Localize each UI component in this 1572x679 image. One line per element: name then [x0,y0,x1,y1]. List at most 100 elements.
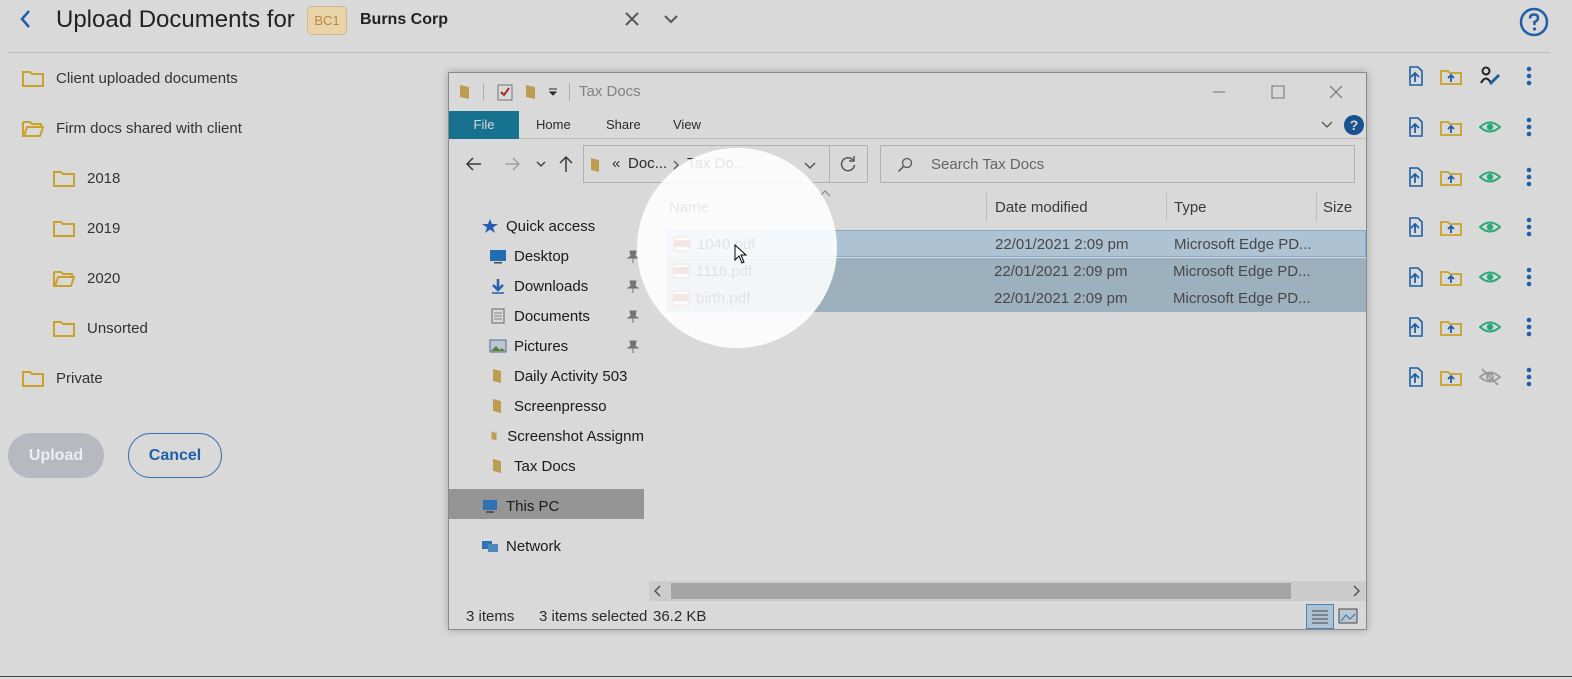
scrollbar-thumb[interactable] [671,583,1291,599]
upload-folder-icon[interactable] [1440,316,1462,338]
refresh-button[interactable] [830,145,868,183]
tab-view[interactable]: View [673,111,701,139]
folder-private[interactable]: Private [22,366,103,390]
eye-icon[interactable] [1479,316,1501,338]
nav-network[interactable]: Network [481,534,561,558]
new-folder-icon[interactable] [525,84,539,100]
page-header: Upload Documents for BC1 Burns Corp [0,0,1572,52]
folder-icon [53,321,75,337]
column-separator [1166,193,1167,221]
chevron-down-icon[interactable] [661,9,681,29]
upload-folder-icon[interactable] [1440,166,1462,188]
window-title: Tax Docs [579,83,641,100]
upload-button[interactable]: Upload [8,433,104,478]
maximize-icon[interactable] [1270,84,1286,100]
back-arrow-icon[interactable] [465,156,483,172]
nav-label: Network [506,537,562,555]
upload-file-icon[interactable] [1404,266,1426,288]
eye-off-icon[interactable] [1479,366,1501,388]
upload-folder-icon[interactable] [1440,266,1462,288]
upload-file-icon[interactable] [1404,166,1426,188]
breadcrumb-documents[interactable]: Doc... [628,155,667,172]
upload-folder-icon[interactable] [1440,116,1462,138]
address-bar[interactable]: « Doc... Tax Do... [583,145,830,183]
upload-folder-icon[interactable] [1440,366,1462,388]
eye-icon[interactable] [1479,166,1501,188]
more-vertical-icon[interactable] [1518,266,1540,288]
back-chevron-icon[interactable] [14,6,38,34]
scroll-right-icon[interactable] [1351,585,1361,597]
folder-2018[interactable]: 2018 [53,166,120,190]
nav-screenshot-assignm[interactable]: Screenshot Assignm [489,424,644,448]
eye-icon[interactable] [1479,266,1501,288]
upload-folder-icon[interactable] [1440,216,1462,238]
pin-icon [627,310,639,323]
column-type[interactable]: Type [1174,199,1207,216]
more-vertical-icon[interactable] [1518,216,1540,238]
file-row[interactable]: 1040.pdf 22/01/2021 2:09 pm Microsoft Ed… [666,230,1366,257]
more-vertical-icon[interactable] [1518,316,1540,338]
help-icon[interactable]: ? [1343,114,1365,136]
column-size[interactable]: Size [1323,199,1352,216]
share-edit-icon[interactable] [1479,65,1501,87]
nav-pictures[interactable]: Pictures [489,334,568,358]
file-row[interactable]: birth.pdf 22/01/2021 2:09 pm Microsoft E… [666,285,1366,312]
help-icon[interactable] [1519,7,1549,37]
nav-this-pc[interactable]: This PC [481,494,559,518]
breadcrumb-tax-docs[interactable]: Tax Do... [687,155,746,172]
more-vertical-icon[interactable] [1518,116,1540,138]
more-vertical-icon[interactable] [1518,366,1540,388]
search-input[interactable]: Search Tax Docs [880,145,1355,183]
upload-file-icon[interactable] [1404,65,1426,87]
chevron-down-icon[interactable] [804,160,816,170]
large-icons-view-icon[interactable] [1338,607,1358,625]
column-name[interactable]: Name [669,199,709,216]
details-view-icon[interactable] [1306,604,1334,629]
expand-ribbon-icon[interactable] [1320,120,1334,130]
folder-firm-docs[interactable]: Firm docs shared with client [22,116,242,140]
folder-label: Client uploaded documents [56,69,238,87]
download-icon [492,279,504,294]
customize-toolbar-icon[interactable] [548,87,558,97]
cancel-button[interactable]: Cancel [128,433,222,478]
breadcrumb-separator-icon [673,160,679,170]
up-arrow-icon[interactable] [559,155,573,173]
eye-icon[interactable] [1479,116,1501,138]
folder-2020[interactable]: 2020 [53,266,120,290]
folder-client-uploaded[interactable]: Client uploaded documents [22,66,238,90]
upload-file-icon[interactable] [1404,116,1426,138]
upload-folder-icon[interactable] [1440,65,1462,87]
nav-documents[interactable]: Documents [489,304,590,328]
nav-daily-activity[interactable]: Daily Activity 503 [489,364,627,388]
tab-share[interactable]: Share [606,111,641,139]
tab-file[interactable]: File [449,111,519,139]
tab-home[interactable]: Home [536,111,571,139]
upload-file-icon[interactable] [1404,316,1426,338]
client-name: Burns Corp [360,11,448,28]
forward-arrow-icon[interactable] [503,156,521,172]
folder-icon [591,158,599,172]
column-date-modified[interactable]: Date modified [995,199,1088,216]
folder-2019[interactable]: 2019 [53,216,120,240]
nav-screenpresso[interactable]: Screenpresso [489,394,607,418]
scroll-left-icon[interactable] [653,585,663,597]
upload-file-icon[interactable] [1404,216,1426,238]
search-placeholder: Search Tax Docs [931,156,1045,173]
close-icon[interactable] [622,9,642,29]
upload-file-icon[interactable] [1404,366,1426,388]
close-window-icon[interactable] [1328,84,1344,100]
properties-icon[interactable] [497,83,513,101]
nav-desktop[interactable]: Desktop [489,244,569,268]
folder-unsorted[interactable]: Unsorted [53,316,148,340]
minimize-icon[interactable] [1211,85,1227,99]
more-vertical-icon[interactable] [1518,65,1540,87]
nav-downloads[interactable]: Downloads [489,274,588,298]
bottom-edge [0,676,1572,677]
nav-quick-access[interactable]: Quick access [481,214,595,238]
file-row[interactable]: 1116.pdf 22/01/2021 2:09 pm Microsoft Ed… [666,258,1366,285]
eye-icon[interactable] [1479,216,1501,238]
more-vertical-icon[interactable] [1518,166,1540,188]
horizontal-scrollbar[interactable] [649,581,1366,601]
nav-tax-docs[interactable]: Tax Docs [489,454,576,478]
recent-locations-icon[interactable] [536,159,546,169]
